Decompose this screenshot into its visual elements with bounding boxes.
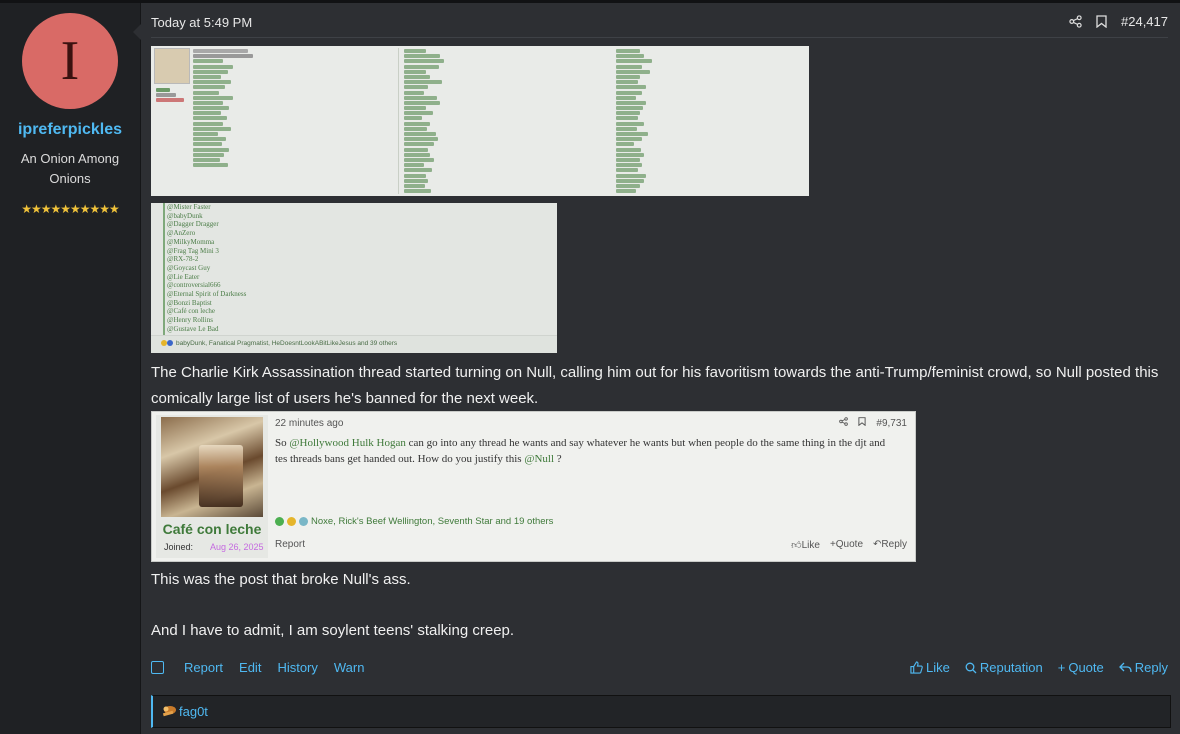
- reaction-icon: [167, 340, 173, 347]
- reaction-icon: [275, 517, 284, 526]
- ban-list-screenshot-2[interactable]: @Mister Faster @babyDunk @Dagger Dragger…: [151, 203, 557, 353]
- thumbs-up-icon: [910, 661, 923, 674]
- report-link[interactable]: Report: [184, 660, 223, 675]
- quoted-report: Report: [275, 539, 306, 550]
- post-footer-actions: Report Edit History Warn Like Reputation…: [151, 660, 1168, 680]
- ban-list-column-3: [616, 49, 676, 194]
- banned-name: @MilkyMomma: [167, 237, 215, 246]
- reactor-name[interactable]: fag0t: [179, 704, 208, 719]
- warn-link[interactable]: Warn: [334, 660, 365, 675]
- ban-list-screenshot-1[interactable]: [151, 46, 809, 196]
- post-header-actions: #24,417: [1069, 14, 1168, 29]
- banned-name: @AnZero: [167, 229, 196, 238]
- null-avatar-thumbnail: [154, 48, 190, 84]
- post-paragraph-2: This was the post that broke Null's ass.: [151, 571, 411, 588]
- ban-list-column-2: [404, 49, 464, 194]
- quoted-avatar-photo: [161, 417, 263, 517]
- banned-name: @Bonzi Baptist: [167, 298, 212, 307]
- quoted-quote: +Quote: [829, 539, 864, 550]
- share-icon: [839, 417, 849, 429]
- banned-name: @RX-78-2: [167, 255, 199, 264]
- select-checkbox[interactable]: [151, 661, 164, 674]
- footer-right: Like Reputation + Quote Reply: [910, 660, 1168, 675]
- null-userinfo: [156, 88, 186, 104]
- magnify-icon: [965, 662, 977, 673]
- user-panel-arrow: [133, 24, 141, 40]
- page: I ipreferpickles An Onion Among Onions ★…: [0, 0, 1180, 734]
- user-stars: ★★★★★★★★★★: [21, 202, 120, 216]
- quoted-reactions-text: Noxe, Rick's Beef Wellington, Seventh St…: [311, 516, 554, 527]
- reactions-bar[interactable]: fag0t: [151, 695, 1171, 728]
- banned-name: @Mister Faster: [167, 203, 211, 211]
- quoted-text: So: [275, 437, 290, 449]
- user-title: An Onion Among Onions: [20, 151, 120, 186]
- post-paragraph-1: The Charlie Kirk Assassination thread st…: [151, 364, 1159, 407]
- quoted-reply: ↶Reply: [873, 539, 907, 550]
- mention-link: @Null: [524, 452, 554, 465]
- quoted-username: Café con leche: [162, 521, 262, 537]
- image-reactions: babyDunk, Fanatical Pragmatist, HeDoesnt…: [161, 340, 397, 347]
- quote-bar: [163, 203, 165, 335]
- share-icon[interactable]: [1069, 15, 1082, 28]
- reaction-icon: [287, 517, 296, 526]
- quoted-joined-date: Aug 26, 2025: [210, 542, 264, 552]
- banned-name: @controversial666: [167, 281, 221, 290]
- quoted-message: So @Hollywood Hulk Hogan can go into any…: [275, 436, 895, 467]
- bookmark-icon: [858, 417, 867, 429]
- quoted-reactions: Noxe, Rick's Beef Wellington, Seventh St…: [275, 516, 553, 527]
- quote-button[interactable]: + Quote: [1058, 660, 1104, 675]
- quoted-joined-label: Joined:: [164, 542, 194, 552]
- banned-name: @Café con leche: [167, 307, 216, 316]
- reaction-icon: [299, 517, 308, 526]
- footer-left: Report Edit History Warn: [151, 660, 380, 675]
- mention-link: @Hollywood Hulk Hogan: [289, 437, 406, 449]
- banned-name: @Henry Rollins: [167, 316, 213, 325]
- avatar-letter: I: [60, 30, 80, 92]
- history-link[interactable]: History: [277, 660, 317, 675]
- banned-name: @Frag Tag Mini 3: [167, 246, 219, 255]
- post-timestamp[interactable]: Today at 5:49 PM: [151, 15, 252, 30]
- plus-icon: +: [1057, 660, 1066, 675]
- post-paragraph-3: And I have to admit, I am soylent teens'…: [151, 622, 515, 639]
- banned-name: @babyDunk: [167, 211, 203, 220]
- bookmark-icon[interactable]: [1096, 15, 1107, 28]
- user-panel: I ipreferpickles An Onion Among Onions ★…: [0, 3, 141, 734]
- coffee-cup-image: [199, 445, 243, 507]
- like-button[interactable]: Like: [910, 660, 950, 675]
- reply-button[interactable]: Reply: [1118, 660, 1168, 675]
- banned-name: @Lie Eater: [167, 272, 200, 281]
- banned-name: @Gustave Le Bad: [167, 324, 219, 333]
- quoted-post-number: #9,731: [876, 417, 907, 429]
- avatar[interactable]: I: [22, 13, 118, 109]
- quoted-time: 22 minutes ago: [275, 418, 344, 429]
- quoted-like: 👍︎Like: [791, 540, 820, 551]
- column-separator: [398, 48, 399, 194]
- banned-name: @Dagger Dragger: [167, 220, 219, 229]
- quoted-post-screenshot[interactable]: Café con leche Joined: Aug 26, 2025 22 m…: [151, 411, 916, 562]
- reply-icon: [1118, 662, 1132, 672]
- quoted-actions: 👍︎Like +Quote ↶Reply: [791, 539, 907, 551]
- banned-name: @Goycast Guy: [167, 263, 211, 272]
- banned-name: @Eternal Spirit of Darkness: [167, 290, 247, 299]
- post-header: Today at 5:49 PM #24,417: [151, 13, 1168, 38]
- banned-names-list: @Mister Faster @babyDunk @Dagger Dragger…: [167, 203, 246, 334]
- reputation-button[interactable]: Reputation: [965, 660, 1043, 675]
- burger-reaction-icon: [162, 706, 176, 717]
- username-link[interactable]: ipreferpickles: [0, 121, 140, 139]
- image-reactions-text: babyDunk, Fanatical Pragmatist, HeDoesnt…: [176, 340, 398, 347]
- ban-list-column-1: [193, 49, 253, 168]
- post-number-link[interactable]: #24,417: [1121, 14, 1168, 29]
- quoted-header-icons: #9,731: [839, 417, 907, 429]
- post-main: Today at 5:49 PM #24,417 @Mister Faster …: [141, 3, 1180, 734]
- edit-link[interactable]: Edit: [239, 660, 261, 675]
- quoted-text: ?: [554, 452, 562, 465]
